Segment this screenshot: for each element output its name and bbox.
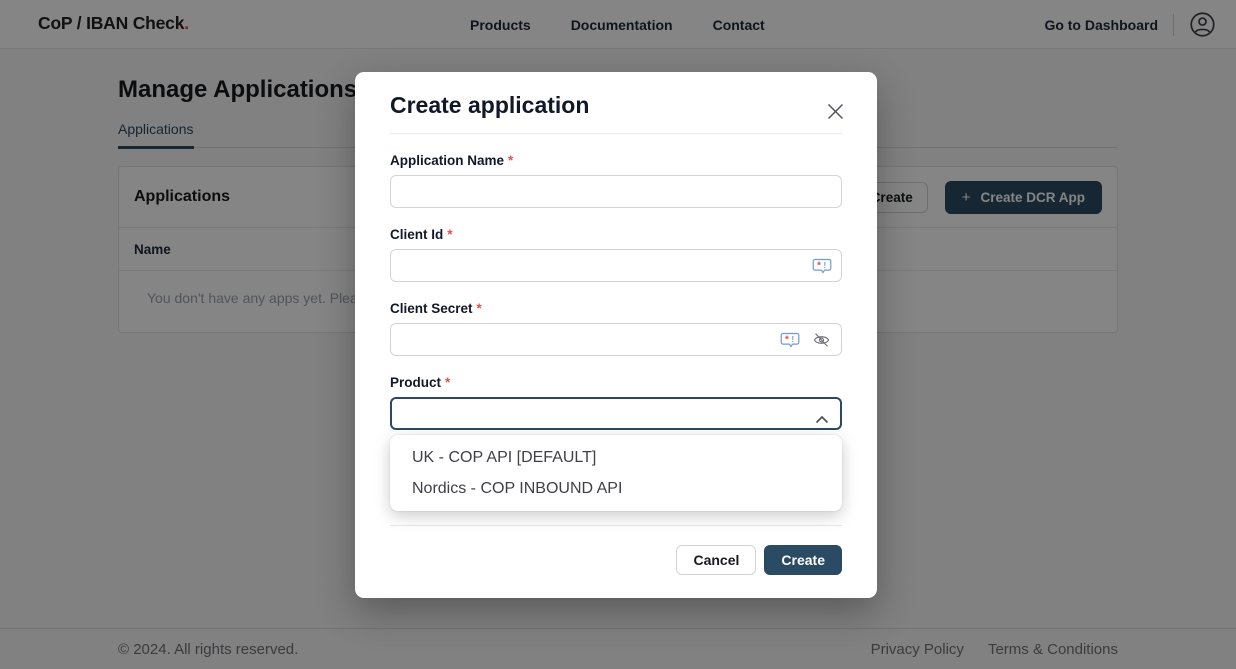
- modal-title-divider: [390, 133, 842, 134]
- cancel-button[interactable]: Cancel: [676, 545, 756, 575]
- client-secret-input[interactable]: [390, 323, 842, 356]
- browser-autofill-icon[interactable]: * !: [780, 323, 800, 356]
- browser-autofill-icon[interactable]: * !: [812, 249, 832, 282]
- product-option-nordics-cop-inbound-api[interactable]: Nordics - COP INBOUND API: [390, 473, 842, 504]
- product-options-dropdown: UK - COP API [DEFAULT] Nordics - COP INB…: [390, 435, 842, 511]
- client-id-input[interactable]: [390, 249, 842, 282]
- svg-text:*: *: [785, 334, 789, 345]
- create-application-modal: Create application Application Name* Cli…: [355, 72, 877, 598]
- required-marker: *: [445, 375, 450, 390]
- application-name-label: Application Name*: [390, 153, 842, 168]
- modal-title: Create application: [390, 90, 842, 120]
- close-icon[interactable]: [825, 103, 845, 123]
- required-marker: *: [477, 301, 482, 316]
- modal-footer-divider: [390, 525, 842, 526]
- chevron-up-icon: [815, 411, 829, 429]
- toggle-password-visibility-icon[interactable]: [811, 323, 832, 356]
- required-marker: *: [447, 227, 452, 242]
- svg-text:!: !: [824, 261, 827, 270]
- application-name-input[interactable]: [390, 175, 842, 208]
- client-secret-label: Client Secret*: [390, 301, 842, 316]
- client-id-label: Client Id*: [390, 227, 842, 242]
- required-marker: *: [508, 153, 513, 168]
- product-label: Product*: [390, 375, 842, 390]
- svg-text:*: *: [817, 260, 821, 271]
- product-select[interactable]: [390, 397, 842, 430]
- product-option-uk-cop-api[interactable]: UK - COP API [DEFAULT]: [390, 442, 842, 473]
- svg-text:!: !: [792, 335, 795, 344]
- create-button-modal[interactable]: Create: [764, 545, 842, 575]
